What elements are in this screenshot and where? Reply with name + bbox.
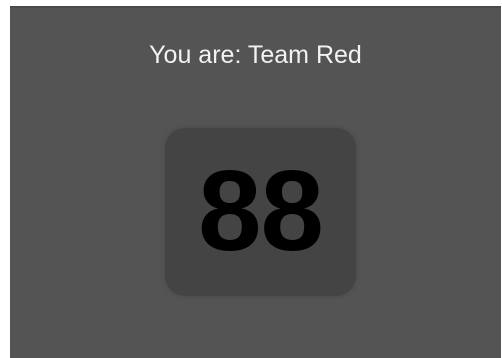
number-display: 88 <box>198 148 324 275</box>
number-card: 88 <box>165 128 356 296</box>
team-status-text: You are: Team Red <box>149 41 362 69</box>
game-screen: You are: Team Red 88 <box>10 6 501 358</box>
